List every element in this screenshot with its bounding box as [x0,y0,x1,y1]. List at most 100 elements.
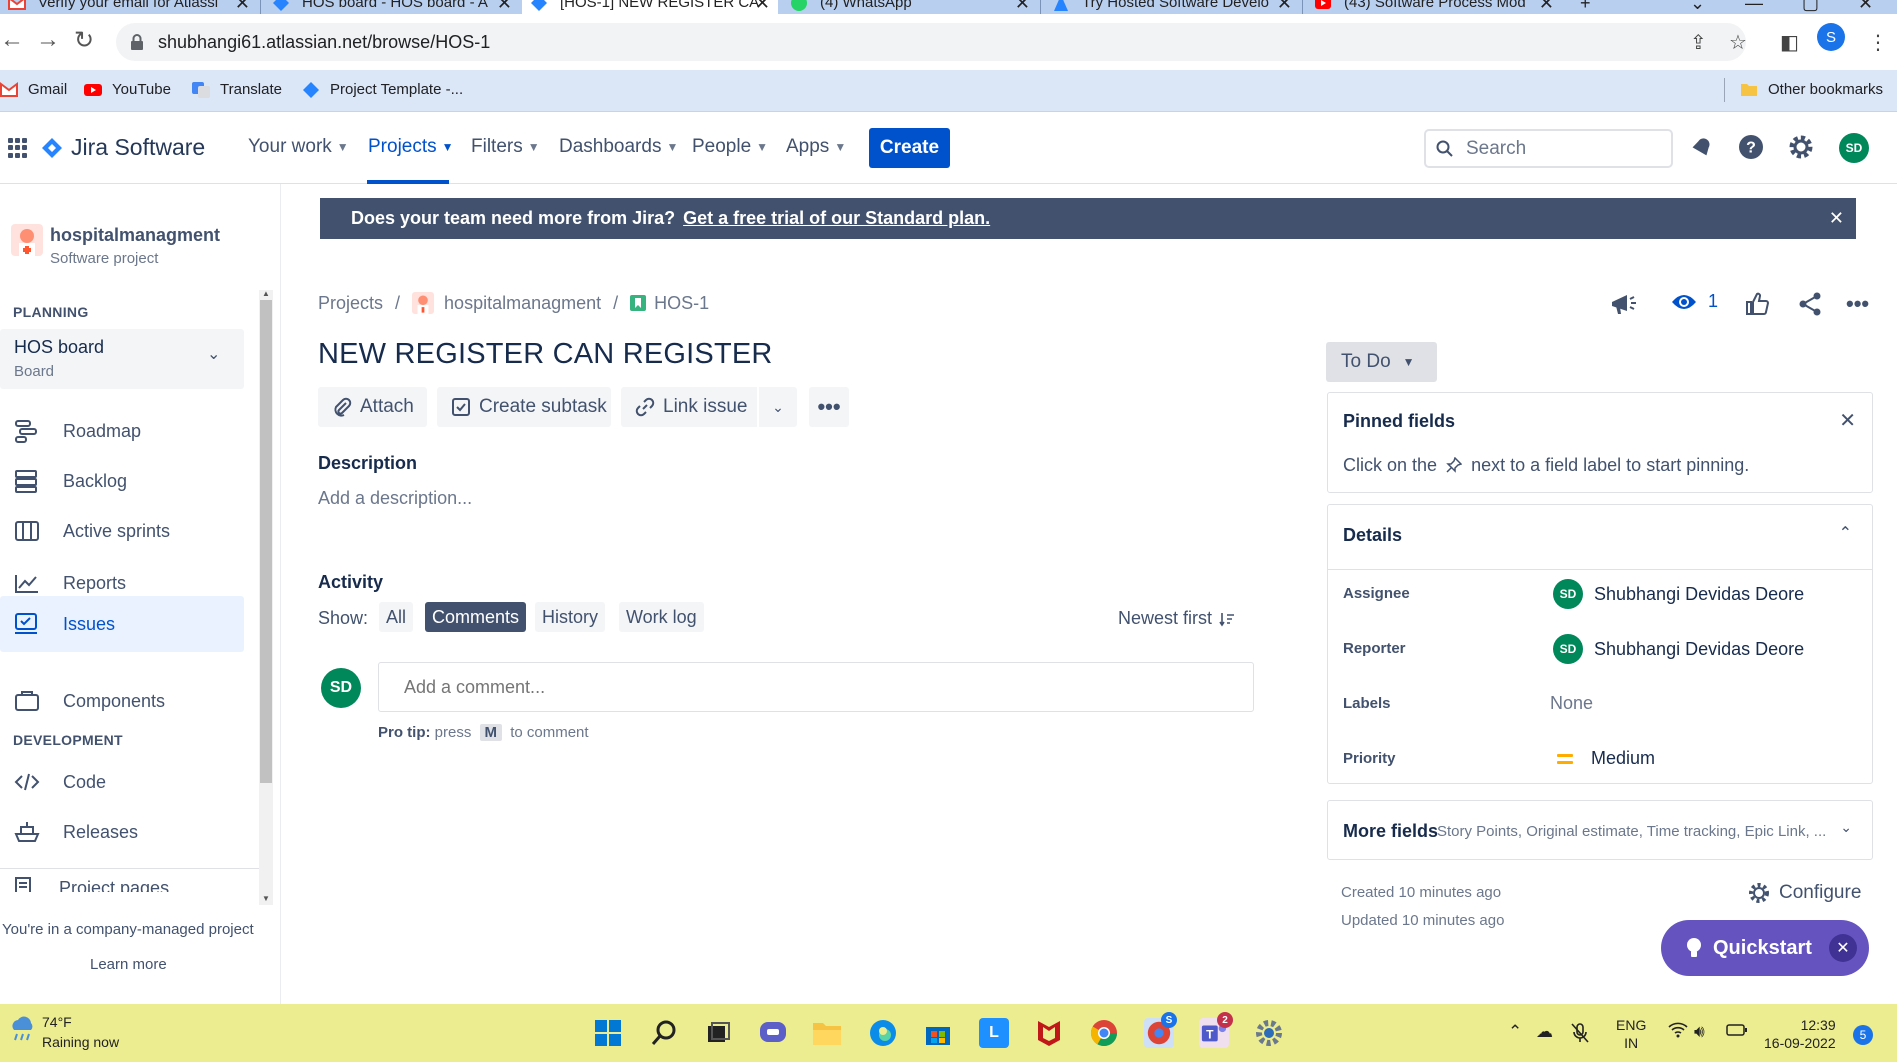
project-avatar[interactable] [11,224,43,256]
browser-tab[interactable]: Try Hosted Software Develo ✕ [1044,0,1300,14]
settings-app-icon[interactable] [1254,1018,1284,1048]
more-options-icon[interactable]: ••• [1846,291,1869,317]
menu-apps[interactable]: Apps ▼ [786,136,846,158]
browser-tab[interactable]: Verify your email for Atlassi ✕ [0,0,258,14]
app-switcher-icon[interactable] [8,138,28,158]
browser-tab[interactable]: HOS board - HOS board - A ✕ [264,0,520,14]
more-actions-button[interactable]: ••• [809,387,849,427]
bookmark-project-template[interactable]: Project Template -... [302,81,463,98]
teams-icon[interactable]: T 2 [1199,1012,1233,1048]
sidebar-item-backlog[interactable]: Backlog [0,459,244,503]
help-icon[interactable]: ? [1736,132,1766,162]
settings-gear-icon[interactable] [1786,132,1816,162]
browser-menu-icon[interactable]: ⋮ [1868,30,1888,55]
chevron-down-icon[interactable]: ⌄ [207,344,220,364]
activity-filter-all[interactable]: All [379,602,414,632]
menu-people[interactable]: People ▼ [692,136,768,158]
sidebar-item-roadmap[interactable]: Roadmap [0,409,244,453]
tray-overflow-icon[interactable]: ⌃ [1508,1022,1522,1042]
mcafee-icon[interactable] [1034,1018,1064,1048]
chevron-up-icon[interactable]: ⌃ [1839,523,1852,543]
close-tab-icon[interactable]: ✕ [497,0,512,14]
attach-button[interactable]: Attach [318,387,427,427]
taskbar-search-icon[interactable] [649,1018,679,1048]
breadcrumb-projects[interactable]: Projects [318,293,383,314]
priority-field[interactable]: Medium [1550,748,1655,769]
link-issue-dropdown[interactable]: ⌄ [759,387,797,427]
url-bar[interactable]: shubhangi61.atlassian.net/browse/HOS-1 [116,23,1746,61]
volume-icon[interactable]: 🔊︎ [1694,1022,1705,1042]
activity-filter-worklog[interactable]: Work log [619,602,704,632]
close-tab-icon[interactable]: ✕ [755,0,770,14]
breadcrumb-issue-key[interactable]: HOS-1 [654,293,709,314]
bookmark-translate[interactable]: Translate [192,81,282,98]
bookmark-youtube[interactable]: YouTube [84,81,171,98]
activity-filter-history[interactable]: History [535,602,606,632]
labels-field[interactable]: None [1550,693,1593,714]
close-pinned-icon[interactable]: ✕ [1839,408,1856,433]
l-app-icon[interactable]: L [979,1018,1009,1048]
bookmark-gmail[interactable]: Gmail [0,81,67,98]
microsoft-store-icon[interactable] [923,1018,953,1048]
chrome-profile-icon[interactable]: S [1144,1012,1177,1048]
learn-more-link[interactable]: Learn more [90,956,167,973]
sidebar-item-releases[interactable]: Releases [0,810,244,854]
menu-filters[interactable]: Filters ▼ [471,136,540,158]
share-icon[interactable] [1797,291,1823,317]
sidebar-item-issues[interactable]: Issues [0,596,244,652]
scroll-down-icon[interactable]: ▼ [262,894,270,903]
forward-icon[interactable]: → [36,26,60,54]
activity-filter-comments[interactable]: Comments [425,602,527,632]
close-tab-icon[interactable]: ✕ [235,0,250,14]
browser-tab[interactable]: (4) WhatsApp ✕ [782,0,1038,14]
notification-badge[interactable]: 5 [1853,1025,1873,1045]
details-title[interactable]: Details [1343,525,1402,546]
free-trial-link[interactable]: Get a free trial of our Standard plan. [683,208,990,229]
browser-tab-active[interactable]: [HOS-1] NEW REGISTER CA ✕ [522,0,778,14]
close-tab-icon[interactable]: ✕ [1539,0,1554,14]
mic-muted-icon[interactable] [1570,1022,1590,1049]
status-dropdown[interactable]: To Do ▼ [1326,342,1437,382]
sidebar-scrollbar[interactable]: ▲ ▼ [259,289,273,905]
file-explorer-icon[interactable] [812,1018,842,1048]
assignee-field[interactable]: SD Shubhangi Devidas Deore [1550,579,1804,609]
quickstart-button[interactable]: Quickstart ✕ [1661,920,1869,976]
more-fields-panel[interactable]: More fields Story Points, Original estim… [1327,800,1873,860]
clock[interactable]: 12:39 16-09-2022 [1764,1016,1836,1052]
restore-icon[interactable]: ▢ [1802,0,1819,14]
breadcrumb-project[interactable]: hospitalmanagment [444,293,601,314]
new-tab-icon[interactable]: + [1580,0,1591,14]
menu-dashboards[interactable]: Dashboards ▼ [559,136,678,158]
sidebar-item-active-sprints[interactable]: Active sprints [0,509,244,553]
weather-widget[interactable]: 74°F Raining now [8,1014,119,1050]
menu-projects[interactable]: Projects ▼ [368,136,454,158]
scroll-up-icon[interactable]: ▲ [262,289,270,298]
reporter-field[interactable]: SD Shubhangi Devidas Deore [1550,634,1804,664]
description-field[interactable]: Add a description... [318,488,472,509]
language-indicator[interactable]: ENG IN [1616,1016,1646,1052]
create-subtask-button[interactable]: Create subtask [437,387,611,427]
chrome-icon[interactable] [1089,1018,1119,1048]
comment-input[interactable] [378,662,1254,712]
other-bookmarks[interactable]: Other bookmarks [1740,81,1883,98]
close-tab-icon[interactable]: ✕ [1015,0,1030,14]
jira-logo[interactable]: Jira Software [42,134,205,161]
scrollbar-thumb[interactable] [260,300,272,783]
side-panel-icon[interactable]: ◧ [1780,30,1799,55]
sort-newest-first[interactable]: Newest first [1118,608,1235,629]
thumbs-up-icon[interactable] [1744,291,1770,317]
edge-icon[interactable] [868,1018,898,1048]
share-page-icon[interactable]: ⇪ [1690,30,1707,55]
bookmark-star-icon[interactable]: ☆ [1729,30,1747,55]
onedrive-icon[interactable]: ☁ [1536,1022,1553,1042]
task-view-icon[interactable] [703,1018,733,1048]
user-avatar[interactable]: SD [1839,133,1869,163]
battery-icon[interactable] [1726,1022,1748,1042]
menu-your-work[interactable]: Your work ▼ [248,136,349,158]
project-name[interactable]: hospitalmanagment [50,225,220,246]
sidebar-item-project-pages[interactable]: Project pages [0,872,258,892]
feedback-megaphone-icon[interactable] [1609,291,1637,317]
sidebar-item-code[interactable]: Code [0,760,244,804]
watch-button[interactable]: 1 [1670,291,1718,312]
issue-title[interactable]: NEW REGISTER CAN REGISTER [318,338,773,371]
